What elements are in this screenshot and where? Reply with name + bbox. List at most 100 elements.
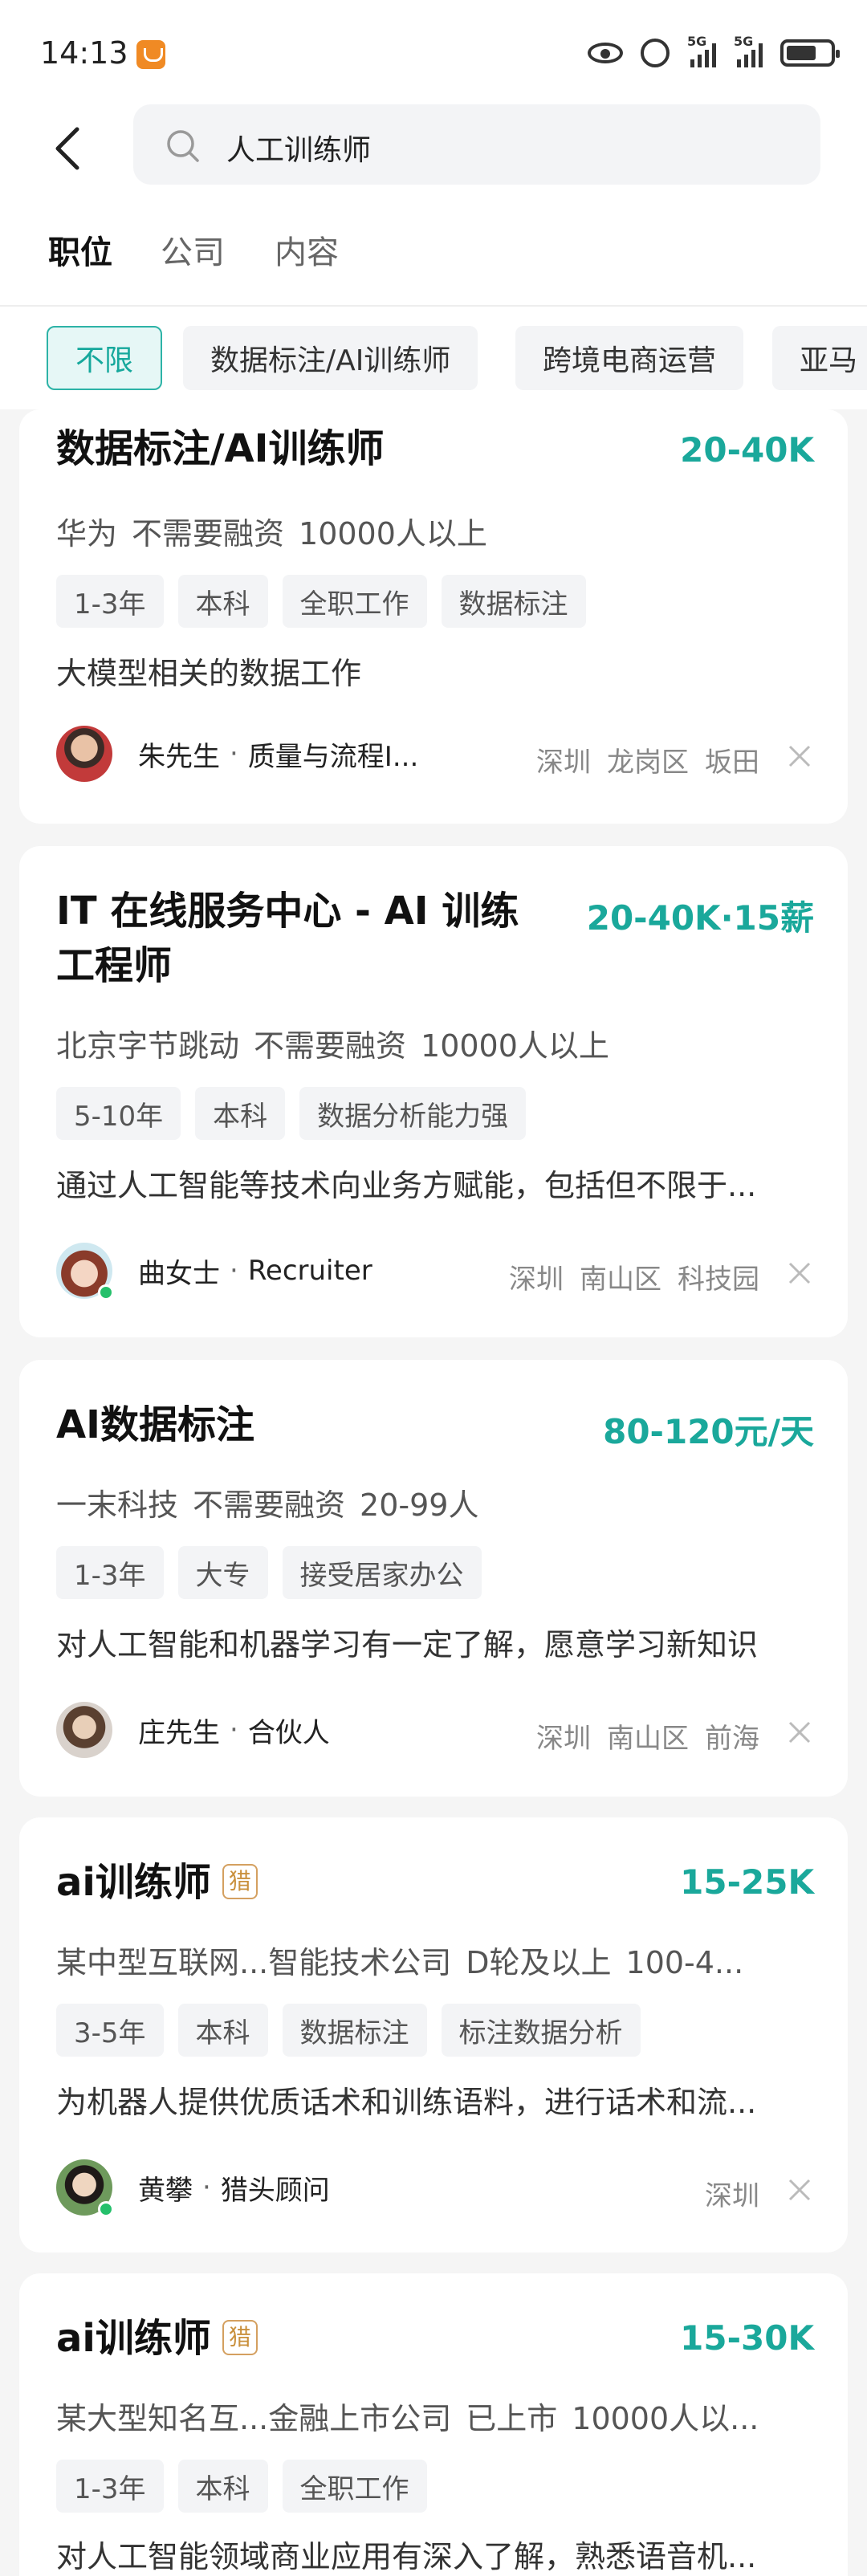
job-tag: 数据标注 bbox=[441, 575, 586, 628]
company-name: 华为 bbox=[56, 516, 118, 551]
tab-positions[interactable]: 职位 bbox=[48, 226, 112, 273]
job-tags: 1-3年 本科 全职工作 bbox=[56, 2460, 427, 2513]
filter-chip-ecommerce[interactable]: 跨境电商运营 bbox=[515, 326, 744, 390]
company-funding: 不需要融资 bbox=[193, 1487, 346, 1523]
filter-chip-all[interactable]: 不限 bbox=[47, 326, 163, 390]
filter-chips: 不限 数据标注/AI训练师 跨境电商运营 亚马 bbox=[0, 305, 867, 409]
job-location: 深圳 南山区 前海 bbox=[520, 1716, 759, 1756]
separator-dot: · bbox=[230, 1714, 238, 1746]
status-bar: 14:13 5G 5G bbox=[0, 0, 867, 104]
dismiss-icon[interactable] bbox=[787, 1260, 812, 1286]
recruiter-name: 朱先生 bbox=[138, 740, 220, 773]
job-tag: 1-3年 bbox=[56, 2460, 164, 2513]
job-title: 数据标注/AI训练师 bbox=[56, 426, 385, 471]
job-tag: 5-10年 bbox=[56, 1087, 181, 1140]
job-salary: 15-25K bbox=[680, 1862, 814, 1902]
separator-dot: · bbox=[230, 1255, 238, 1287]
signal-icon-2: 5G bbox=[734, 34, 763, 67]
dismiss-icon[interactable] bbox=[787, 1719, 812, 1745]
avatar bbox=[56, 1702, 112, 1758]
job-tag: 1-3年 bbox=[56, 575, 164, 628]
avatar bbox=[56, 726, 112, 782]
job-description: 对人工智能领域商业应用有深入了解，熟悉语音机... bbox=[56, 2539, 757, 2574]
recruiter-role: Recruiter bbox=[247, 1255, 372, 1287]
recruiter-info: 朱先生 · 质量与流程I... bbox=[56, 726, 418, 782]
tab-companies[interactable]: 公司 bbox=[161, 226, 225, 273]
headhunter-badge: 猎 bbox=[222, 2320, 258, 2355]
location-area: 科技园 bbox=[678, 1264, 759, 1296]
job-card[interactable]: ai训练师猎 15-30K 某大型知名互...金融上市公司 已上市 10000人以.… bbox=[19, 2273, 848, 2576]
job-title: ai训练师猎 bbox=[56, 1854, 258, 1911]
search-query: 人工训练师 bbox=[226, 134, 372, 167]
job-location: 深圳 龙岗区 坂田 bbox=[520, 740, 759, 779]
back-arrow-icon[interactable] bbox=[47, 124, 95, 173]
dismiss-icon[interactable] bbox=[787, 2177, 812, 2203]
job-tag: 1-3年 bbox=[56, 1546, 164, 1599]
company-name: 某大型知名互...金融上市公司 bbox=[56, 2401, 452, 2436]
company-funding: 不需要融资 bbox=[254, 1028, 407, 1064]
category-tabs: 职位 公司 内容 bbox=[0, 193, 867, 305]
job-salary: 80-120元/天 bbox=[603, 1412, 814, 1451]
location-area: 坂田 bbox=[705, 747, 759, 779]
job-tag: 3-5年 bbox=[56, 2004, 164, 2057]
headhunter-badge: 猎 bbox=[222, 1864, 258, 1899]
recruiter-name: 庄先生 bbox=[138, 1716, 220, 1749]
battery-icon bbox=[780, 39, 840, 67]
job-title-line-1: IT 在线服务中心 - AI 训练 bbox=[56, 889, 519, 934]
recruiter-role: 合伙人 bbox=[247, 1716, 330, 1749]
job-tags: 1-3年 本科 全职工作 数据标注 bbox=[56, 575, 586, 628]
recruiter-info: 曲女士 · Recruiter bbox=[56, 1243, 372, 1300]
company-size: 20-99人 bbox=[360, 1487, 479, 1523]
signal-icon-1: 5G bbox=[687, 34, 716, 67]
job-card[interactable]: ai训练师猎 15-25K 某中型互联网...智能技术公司 D轮及以上 100-4.… bbox=[19, 1817, 848, 2252]
recruiter-name: 黄攀 bbox=[138, 2174, 193, 2207]
search-icon bbox=[167, 130, 199, 162]
job-card[interactable]: AI数据标注 80-120元/天 一末科技 不需要融资 20-99人 1-3年 大专… bbox=[19, 1360, 848, 1797]
job-tags: 5-10年 本科 数据分析能力强 bbox=[56, 1087, 527, 1140]
filter-chip-data-labeling[interactable]: 数据标注/AI训练师 bbox=[183, 326, 478, 390]
company-funding: 不需要融资 bbox=[132, 516, 285, 551]
network-label-2: 5G bbox=[734, 34, 754, 49]
job-card[interactable]: 数据标注/AI训练师 20-40K 华为 不需要融资 10000人以上 1-3年 本… bbox=[19, 409, 848, 824]
job-description: 大模型相关的数据工作 bbox=[56, 656, 362, 691]
job-tag: 本科 bbox=[177, 2004, 268, 2057]
location-district: 南山区 bbox=[607, 1723, 689, 1755]
job-title: AI数据标注 bbox=[56, 1402, 255, 1447]
network-label-1: 5G bbox=[687, 34, 707, 49]
job-location: 深圳 bbox=[689, 2174, 759, 2213]
job-card[interactable]: IT 在线服务中心 - AI 训练 工程师 20-40K·15薪 北京字节跳动不… bbox=[19, 846, 848, 1337]
company-info: 某大型知名互...金融上市公司 已上市 10000人以... bbox=[56, 2394, 773, 2438]
job-salary: 15-30K bbox=[680, 2318, 814, 2358]
recruiter-name: 曲女士 bbox=[138, 1257, 220, 1290]
separator-dot: · bbox=[230, 738, 238, 770]
job-location: 深圳 南山区 科技园 bbox=[493, 1257, 759, 1296]
job-description: 为机器人提供优质话术和训练语料，进行话术和流... bbox=[56, 2085, 757, 2120]
tab-content[interactable]: 内容 bbox=[275, 226, 339, 273]
search-input[interactable]: 人工训练师 bbox=[133, 104, 820, 185]
alarm-icon bbox=[641, 39, 670, 67]
job-tag: 全职工作 bbox=[282, 2460, 427, 2513]
location-area: 前海 bbox=[705, 1723, 759, 1755]
company-size: 10000人以上 bbox=[299, 516, 487, 551]
job-title-text: ai训练师 bbox=[56, 1860, 211, 1905]
job-tag: 标注数据分析 bbox=[441, 2004, 641, 2057]
company-size: 10000人以... bbox=[572, 2401, 759, 2436]
job-description: 通过人工智能等技术向业务方赋能，包括但不限于... bbox=[56, 1168, 757, 1203]
location-city: 深圳 bbox=[536, 1723, 591, 1755]
status-time: 14:13 bbox=[40, 35, 128, 71]
location-district: 龙岗区 bbox=[607, 747, 689, 779]
recruiter-role: 质量与流程I... bbox=[247, 740, 419, 773]
job-salary: 20-40K·15薪 bbox=[586, 898, 814, 938]
job-tag: 全职工作 bbox=[282, 575, 427, 628]
filter-chip-amazon[interactable]: 亚马 bbox=[772, 326, 867, 390]
job-title-text: ai训练师 bbox=[56, 2316, 211, 2361]
job-tags: 3-5年 本科 数据标注 标注数据分析 bbox=[56, 2004, 641, 2057]
avatar bbox=[56, 1243, 114, 1300]
job-tag: 本科 bbox=[177, 2460, 268, 2513]
separator-dot: · bbox=[202, 2171, 211, 2204]
dismiss-icon[interactable] bbox=[787, 743, 812, 769]
company-funding: D轮及以上 bbox=[466, 1945, 612, 1980]
job-tag: 数据分析能力强 bbox=[299, 1087, 527, 1140]
company-size: 100-4... bbox=[625, 1945, 744, 1980]
job-tag: 本科 bbox=[195, 1087, 286, 1140]
